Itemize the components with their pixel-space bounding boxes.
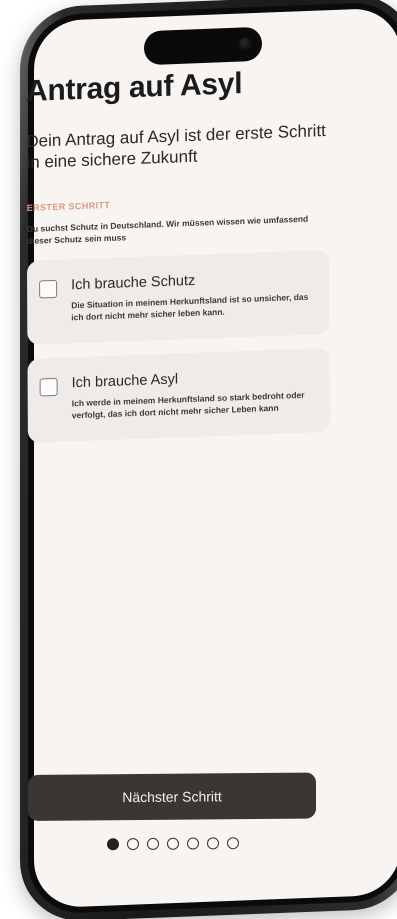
option-card-asyl[interactable]: Ich brauche Asyl Ich werde in meinem Her… — [27, 347, 330, 443]
option-title: Ich brauche Schutz — [71, 272, 196, 294]
camera-icon — [239, 37, 252, 51]
page-dot-7[interactable] — [227, 837, 239, 850]
step-label: ERSTER SCHRITT — [26, 199, 111, 213]
option-card-schutz[interactable]: Ich brauche Schutz Die Situation in mein… — [26, 249, 330, 345]
page-dot-1[interactable] — [107, 838, 119, 851]
page-dot-5[interactable] — [187, 837, 199, 850]
option-description: Die Situation in meinem Herkunftsland is… — [71, 291, 309, 323]
main-content: Antrag auf Asyl Dein Antrag auf Asyl ist… — [26, 64, 330, 457]
option-description: Ich werde in meinem Herkunftsland so sta… — [71, 389, 305, 421]
page-dot-6[interactable] — [207, 837, 219, 850]
option-text: Ich brauche Asyl Ich werde in meinem Her… — [72, 366, 316, 421]
page-dot-2[interactable] — [127, 838, 139, 851]
checkbox-schutz[interactable] — [39, 279, 58, 299]
option-title: Ich brauche Asyl — [71, 371, 179, 392]
dynamic-island — [144, 26, 262, 66]
stage: Antrag auf Asyl Dein Antrag auf Asyl ist… — [0, 0, 397, 919]
option-text: Ich brauche Schutz Die Situation in mein… — [71, 268, 315, 323]
page-dot-3[interactable] — [147, 837, 159, 850]
checkbox-asyl[interactable] — [39, 377, 58, 397]
footer: Nächster Schritt — [28, 772, 318, 851]
next-step-button[interactable]: Nächster Schritt — [28, 772, 316, 821]
page-dot-4[interactable] — [167, 837, 179, 850]
step-description: Du suchst Schutz in Deutschland. Wir müs… — [26, 213, 309, 246]
intro-text: Dein Antrag auf Asyl ist der erste Schri… — [26, 121, 326, 172]
page-indicator — [28, 836, 318, 851]
